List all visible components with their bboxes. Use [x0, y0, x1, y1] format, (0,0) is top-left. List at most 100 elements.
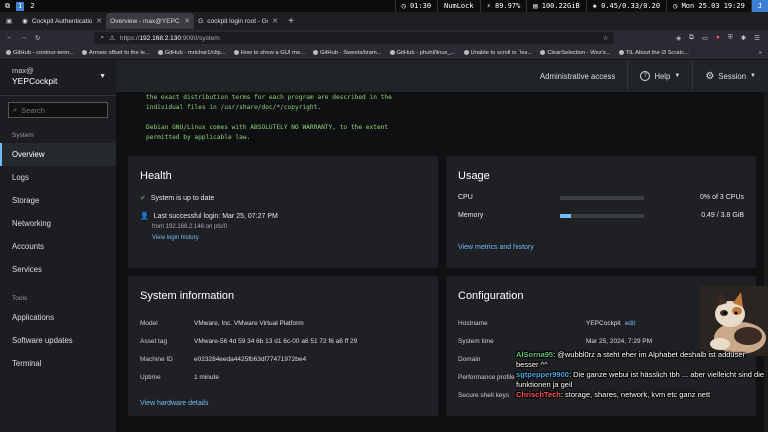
extension-icon[interactable]: ⧉ — [689, 34, 694, 42]
tab-overview[interactable]: Overview - max@YEPCockpit ✕ — [106, 13, 195, 29]
status-numlock: NumLock — [437, 0, 480, 12]
view-hardware-details-link[interactable]: View hardware details — [140, 400, 208, 407]
memory-value: 0.49 / 3.8 GiB — [701, 212, 744, 219]
caret-down-icon: ▼ — [99, 73, 106, 80]
lock-icon: ⚠ — [109, 35, 115, 42]
shield-icon[interactable]: ⛨ — [728, 34, 733, 42]
blog-icon — [618, 50, 624, 55]
pocket-icon[interactable]: ◈ — [676, 34, 681, 42]
search-input[interactable] — [21, 105, 102, 115]
sysinfo-row: Machine ID e023284eeda4425fb63df77471972b… — [140, 356, 307, 363]
tab-google-search[interactable]: G cockpit login root - Google ✕ — [194, 13, 282, 29]
superuser-icon — [463, 50, 469, 55]
system-information-card: System information Model VMware, Inc. VMw… — [128, 276, 438, 416]
last-login-from: from 192.168.2.146 on pts/0 — [152, 224, 228, 230]
gear-icon: ⚙ — [705, 70, 715, 82]
status-load: ◈ 0.45/0.33/0.20 — [585, 0, 666, 12]
new-tab-button[interactable]: + — [282, 16, 300, 27]
edit-hostname-link[interactable]: edit — [625, 320, 635, 327]
motd-text: the exact distribution terms for each pr… — [146, 94, 392, 141]
nav-item-terminal[interactable]: Terminal — [0, 352, 116, 375]
help-menu[interactable]: ? Help ▼ — [627, 60, 692, 92]
config-row-hostname: Hostname YEPCockpit edit — [458, 320, 636, 327]
nav-item-logs[interactable]: Logs — [0, 166, 116, 189]
google-icon: G — [198, 17, 204, 25]
cpu-usage-bar — [560, 196, 644, 200]
github-icon — [157, 50, 163, 55]
back-icon[interactable]: ← — [6, 34, 13, 42]
bookmark-item[interactable]: ClearSelection - Wez's... — [540, 50, 611, 56]
workspace-1[interactable]: 1 — [16, 1, 25, 11]
container-icon[interactable]: ▭ — [702, 34, 708, 42]
bookmark-star-icon[interactable]: ☆ — [603, 34, 609, 42]
nav-item-storage[interactable]: Storage — [0, 189, 116, 212]
search-icon: ⌕ — [13, 105, 18, 114]
bookmark-item[interactable]: Arrows offset to the le... — [81, 50, 150, 56]
workspace-2[interactable]: 2 — [28, 2, 36, 11]
nav-item-services[interactable]: Services — [0, 258, 116, 281]
bookmark-item[interactable]: Unable to scroll in `les... — [463, 50, 532, 56]
chat-message: AlSorna95: @wubbl0rz a steht eher im Alp… — [516, 350, 746, 369]
bookmark-item[interactable]: GitHub - mrichar1/clip... — [157, 50, 226, 56]
nav-section-system: System — [12, 132, 34, 139]
tab-overview-icon[interactable]: ▣ — [0, 17, 18, 25]
usage-title: Usage — [458, 170, 490, 182]
nav-section-tools: Tools — [12, 295, 28, 302]
user-icon: 👤 — [140, 213, 149, 220]
caret-down-icon: ▼ — [674, 73, 681, 79]
bookmark-item[interactable]: GitHub - Sweets/tiram... — [313, 50, 382, 56]
nav-item-networking[interactable]: Networking — [0, 212, 116, 235]
menu-icon[interactable]: ☰ — [754, 34, 760, 42]
bookmark-item[interactable]: How to show a GUI me... — [233, 50, 305, 56]
nav-item-overview[interactable]: Overview — [0, 143, 116, 166]
search-field[interactable]: ⌕ — [8, 102, 108, 118]
sysinfo-row: Uptime 1 minute — [140, 374, 219, 381]
status-clock: ◷ Mon 25.03 19:29 — [666, 0, 751, 12]
reload-icon[interactable]: ↻ — [35, 34, 40, 42]
host-switcher[interactable]: max@ YEPCockpit ▼ — [0, 60, 116, 96]
puzzle-icon[interactable]: ✱ — [741, 34, 746, 42]
tab-cockpit-auth[interactable]: ◉ Cockpit Authentication ✕ — [18, 13, 106, 29]
forward-icon[interactable]: → — [21, 34, 28, 42]
wezterm-icon — [540, 50, 546, 55]
session-menu[interactable]: ⚙ Session ▼ — [692, 60, 768, 92]
view-metrics-link[interactable]: View metrics and history — [458, 244, 534, 251]
addon-icon[interactable]: ● — [716, 34, 720, 42]
update-status: System is up to date — [150, 194, 215, 202]
help-icon: ? — [640, 71, 651, 81]
sysinfo-row: Model VMware, Inc. VMware Virtual Platfor… — [140, 320, 304, 327]
chat-message: sgtpepper9900: Die ganze webui ist hässl… — [516, 370, 765, 389]
memory-usage-bar — [560, 214, 644, 218]
close-icon[interactable]: ✕ — [96, 17, 102, 25]
globe-icon: ◉ — [22, 18, 28, 25]
github-icon — [313, 50, 319, 55]
system-time-link[interactable]: Mar 25, 2024, 7:29 PM — [586, 338, 652, 345]
caret-down-icon: ▼ — [750, 73, 756, 79]
status-disk: ▤ 100.22GiB — [526, 0, 585, 12]
github-icon — [389, 50, 395, 55]
askubuntu-icon — [233, 50, 239, 55]
bookmark-item[interactable]: GitHub - contour-term... — [6, 50, 74, 56]
nav-item-accounts[interactable]: Accounts — [0, 235, 116, 258]
workspace-switcher[interactable]: ⧉ 1 2 — [0, 1, 36, 11]
view-login-history-link[interactable]: View login history — [152, 235, 199, 241]
close-icon[interactable]: ✕ — [184, 17, 190, 25]
status-time-elapsed: ◷ 01:30 — [394, 0, 438, 12]
browser-tab-bar: ▣ ◉ Cockpit Authentication ✕ Overview - … — [0, 12, 768, 30]
nav-item-software-updates[interactable]: Software updates — [0, 329, 116, 352]
url-input[interactable]: ⌕ ⚠ https://192.168.2.130:9090/system ☆ — [94, 32, 615, 44]
memory-label: Memory — [458, 212, 484, 219]
cpu-label: CPU — [458, 194, 473, 201]
bookmark-item[interactable]: GitHub - phuhl/linux_... — [389, 50, 456, 56]
usage-card: Usage CPU 0% of 3 CPUs Memory 0.49 / 3.8… — [446, 156, 756, 268]
browser-toolbar: ← → ↻ ⌕ ⚠ https://192.168.2.130:9090/sys… — [0, 30, 768, 46]
administrative-access-button[interactable]: Administrative access — [528, 60, 627, 92]
cockpit-sidebar: max@ YEPCockpit ▼ ⌕ System Overview Logs… — [0, 60, 116, 432]
sysinfo-row: Asset tag VMware-56 4d 59 34 6b 13 d1 6c-… — [140, 338, 358, 345]
bookmark-item[interactable]: TIL About the i3 Scratc... — [618, 50, 689, 56]
bookmarks-overflow-icon[interactable]: » — [759, 50, 768, 56]
nav-item-applications[interactable]: Applications — [0, 306, 116, 329]
health-card: Health ✔ System is up to date 👤 Last suc… — [128, 156, 438, 268]
close-icon[interactable]: ✕ — [272, 17, 278, 25]
sysinfo-title: System information — [140, 290, 235, 302]
